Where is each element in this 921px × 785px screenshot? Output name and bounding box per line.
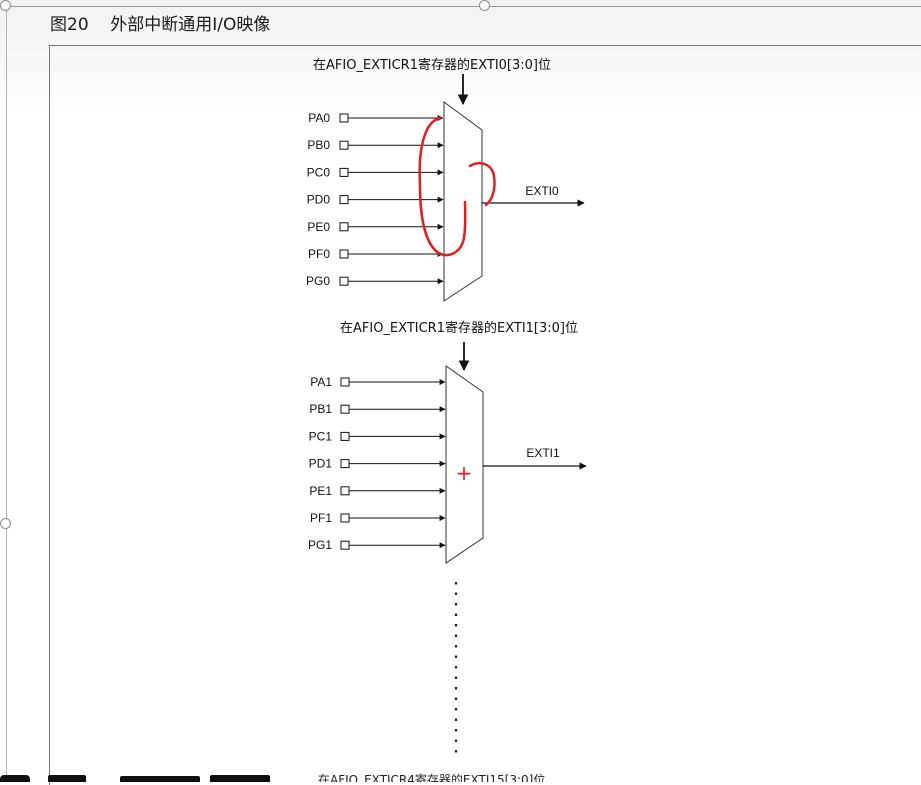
mux-input-pg0: PG0 bbox=[306, 274, 444, 288]
mux-input-pa1: PA1 bbox=[310, 375, 446, 389]
input-label: PE0 bbox=[307, 220, 330, 234]
mux-block-exti1: 在AFIO_EXTICR1寄存器的EXTI1[3:0]位 PA1 PB1 PC1 PD… bbox=[308, 320, 587, 564]
cropped-shape bbox=[210, 775, 270, 782]
input-label: PG0 bbox=[306, 274, 330, 288]
input-pin-box bbox=[339, 249, 349, 259]
input-label: PC0 bbox=[307, 165, 331, 179]
input-label: PF0 bbox=[308, 247, 330, 261]
input-label: PG1 bbox=[308, 538, 332, 552]
input-pin-box bbox=[340, 377, 350, 387]
input-pin-box bbox=[340, 404, 350, 414]
input-pin-box bbox=[340, 486, 350, 496]
mux-input-pa0: PA0 bbox=[308, 111, 444, 125]
input-pin-box bbox=[339, 113, 349, 123]
input-label: PA0 bbox=[308, 111, 330, 125]
cropped-shape bbox=[48, 775, 86, 782]
input-pin-box bbox=[339, 276, 349, 286]
cropped-shape bbox=[0, 775, 30, 782]
mux-input-pg1: PG1 bbox=[308, 538, 446, 552]
input-label: PD0 bbox=[307, 193, 331, 207]
mux-block-exti0: 在AFIO_EXTICR1寄存器的EXTI0[3:0]位 PA0 PB0 PC0 PD… bbox=[306, 57, 585, 302]
input-label: PB1 bbox=[309, 402, 332, 416]
output-label-exti1: EXTI1 bbox=[526, 446, 560, 460]
mux-input-pe1: PE1 bbox=[309, 484, 446, 498]
input-label: PC1 bbox=[309, 429, 333, 443]
input-label: PF1 bbox=[310, 511, 332, 525]
bottom-control-caption: 在AFIO_EXTICR4寄存器的EXTI15[3:0]位 bbox=[318, 773, 546, 782]
input-label: PA1 bbox=[310, 375, 332, 389]
input-label: PB0 bbox=[307, 138, 330, 152]
mux-input-pd0: PD0 bbox=[307, 193, 444, 207]
mux-input-pf0: PF0 bbox=[308, 247, 444, 261]
input-pin-box bbox=[340, 459, 350, 469]
mux-input-pc1: PC1 bbox=[309, 429, 446, 443]
exti-mapping-diagram: 在AFIO_EXTICR1寄存器的EXTI0[3:0]位 PA0 PB0 PC0 PD… bbox=[306, 57, 587, 760]
bottom-cropped-area: 在AFIO_EXTICR4寄存器的EXTI15[3:0]位 bbox=[0, 765, 921, 782]
input-label: PE1 bbox=[309, 484, 332, 498]
input-pin-box bbox=[339, 140, 349, 150]
cropped-shape bbox=[120, 776, 200, 782]
mux-input-pf1: PF1 bbox=[310, 511, 446, 525]
red-plus-marker: + bbox=[456, 461, 473, 485]
multiplexer-exti0 bbox=[443, 101, 483, 302]
mux-input-pb1: PB1 bbox=[309, 402, 446, 416]
input-pin-box bbox=[339, 195, 349, 205]
input-pin-box bbox=[340, 540, 350, 550]
mux-input-pc0: PC0 bbox=[307, 165, 444, 179]
input-pin-box bbox=[340, 513, 350, 523]
output-label-exti0: EXTI0 bbox=[525, 184, 559, 198]
control-caption-exti1: 在AFIO_EXTICR1寄存器的EXTI1[3:0]位 bbox=[340, 320, 578, 336]
input-pin-box bbox=[340, 431, 350, 441]
mux-input-pd1: PD1 bbox=[309, 457, 446, 471]
input-pin-box bbox=[339, 222, 349, 232]
input-pin-box bbox=[339, 167, 349, 177]
input-label: PD1 bbox=[309, 457, 333, 471]
control-caption-exti0: 在AFIO_EXTICR1寄存器的EXTI0[3:0]位 bbox=[313, 57, 551, 73]
